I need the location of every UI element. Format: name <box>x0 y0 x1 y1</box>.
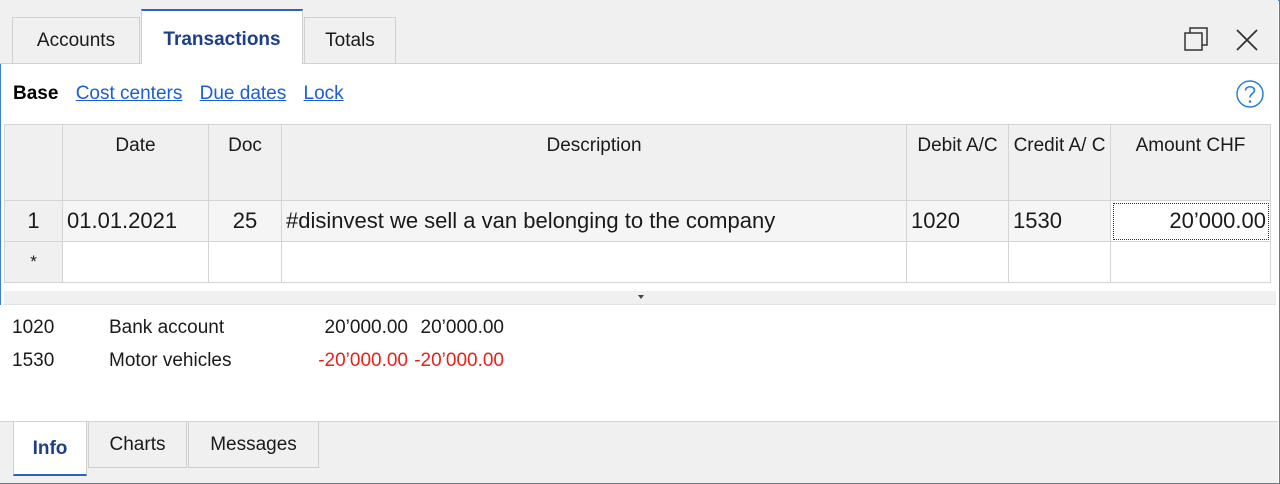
info-value: 20’000.00 <box>324 317 408 338</box>
new-row-marker[interactable]: * <box>4 241 63 283</box>
transactions-table: Date Doc Description Debit A/C Credit A/… <box>4 124 1271 283</box>
table-row[interactable]: 1 01.01.2021 25 #disinvest we sell a van… <box>4 200 1271 242</box>
info-account: 1530 <box>12 350 55 371</box>
tab-accounts[interactable]: Accounts <box>12 17 140 63</box>
new-cell-amount[interactable] <box>1110 241 1271 283</box>
column-header-amount[interactable]: Amount CHF <box>1110 124 1271 201</box>
top-tab-bar: Accounts Transactions Totals <box>0 0 1278 64</box>
new-cell-credit[interactable] <box>1008 241 1111 283</box>
tab-totals[interactable]: Totals <box>304 17 396 63</box>
close-icon[interactable] <box>1229 22 1265 58</box>
row-number-header <box>4 124 63 201</box>
column-header-doc[interactable]: Doc <box>208 124 282 201</box>
column-header-credit[interactable]: Credit A/ C <box>1008 124 1111 201</box>
view-lock-link[interactable]: Lock <box>304 83 344 104</box>
column-header-date[interactable]: Date <box>62 124 209 201</box>
cell-date[interactable]: 01.01.2021 <box>62 200 209 242</box>
info-account-name: Motor vehicles <box>109 350 232 371</box>
help-icon[interactable] <box>1235 79 1265 109</box>
new-cell-doc[interactable] <box>208 241 282 283</box>
bottom-tab-bar: Info Charts Messages <box>0 421 1278 483</box>
cell-debit[interactable]: 1020 <box>906 200 1009 242</box>
view-cost-centers-link[interactable]: Cost centers <box>76 83 183 104</box>
tab-info[interactable]: Info <box>13 422 87 476</box>
tab-messages[interactable]: Messages <box>188 422 319 468</box>
new-row[interactable]: * <box>4 241 1271 283</box>
new-cell-description[interactable] <box>281 241 907 283</box>
tab-transactions[interactable]: Transactions <box>141 9 303 64</box>
column-header-description[interactable]: Description <box>281 124 907 201</box>
info-value: -20’000.00 <box>318 350 408 371</box>
cell-credit[interactable]: 1530 <box>1008 200 1111 242</box>
row-number[interactable]: 1 <box>4 200 63 242</box>
info-account: 1020 <box>12 317 55 338</box>
view-base[interactable]: Base <box>13 83 58 104</box>
new-cell-debit[interactable] <box>906 241 1009 283</box>
info-value: 20’000.00 <box>420 317 504 338</box>
panel-splitter[interactable] <box>4 291 1276 305</box>
info-account-name: Bank account <box>109 317 225 338</box>
table-header-row: Date Doc Description Debit A/C Credit A/… <box>4 124 1271 201</box>
column-header-debit[interactable]: Debit A/C <box>906 124 1009 201</box>
restore-window-icon[interactable] <box>1179 22 1215 58</box>
cell-description[interactable]: #disinvest we sell a van belonging to th… <box>281 200 907 242</box>
info-value: -20’000.00 <box>414 350 504 371</box>
splitter-grip-icon <box>638 295 644 299</box>
tab-charts[interactable]: Charts <box>88 422 187 468</box>
cell-amount[interactable]: 20’000.00 <box>1110 200 1271 242</box>
info-panel: 1020 Bank account 20’000.00 20’000.00 15… <box>0 305 1278 421</box>
new-cell-date[interactable] <box>62 241 209 283</box>
cell-doc[interactable]: 25 <box>208 200 282 242</box>
view-due-dates-link[interactable]: Due dates <box>200 83 287 104</box>
sub-navigation: Base Cost centers Due dates Lock <box>13 83 356 105</box>
